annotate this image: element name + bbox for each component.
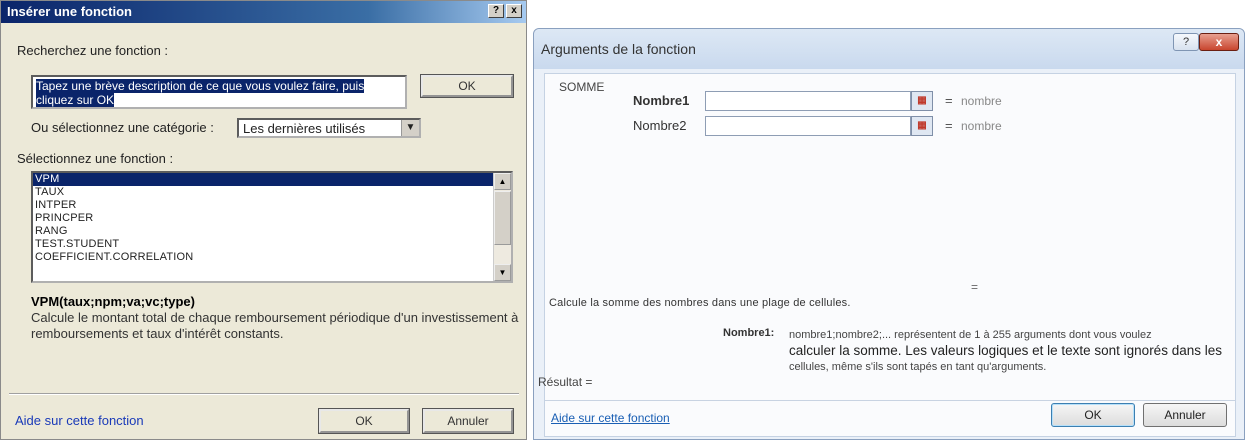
help-link[interactable]: Aide sur cette fonction [15, 413, 144, 428]
cancel-button[interactable]: Annuler [422, 408, 514, 434]
function-list-label: Sélectionnez une fonction : [17, 151, 174, 166]
nombre2-input[interactable] [705, 116, 911, 136]
scroll-thumb[interactable] [494, 191, 511, 245]
arg-value: nombre [961, 119, 1002, 133]
function-arguments-dialog: Arguments de la fonction ? x SOMME Nombr… [533, 28, 1245, 440]
result-label: Résultat = [538, 375, 593, 389]
list-item[interactable]: INTPER [33, 199, 511, 212]
search-input-text: Tapez une brève description de ce que vo… [36, 79, 365, 107]
help-link[interactable]: Aide sur cette fonction [551, 411, 670, 425]
ok-button[interactable]: OK [318, 408, 410, 434]
title-bar[interactable]: Insérer une fonction ? x [1, 1, 526, 23]
close-button[interactable]: x [1199, 33, 1239, 51]
divider [545, 400, 1235, 401]
range-select-icon[interactable]: ▦ [911, 116, 933, 136]
list-item[interactable]: TAUX [33, 186, 511, 199]
insert-function-dialog: Insérer une fonction ? x Recherchez une … [0, 0, 527, 440]
cancel-button[interactable]: Annuler [1143, 403, 1227, 427]
function-description: Calcule la somme des nombres dans une pl… [549, 297, 851, 309]
arg-equals: = [945, 93, 953, 108]
divider [9, 393, 519, 395]
argument-description: nombre1;nombre2;... représentent de 1 à … [789, 327, 1229, 375]
ok-button[interactable]: OK [1051, 403, 1135, 427]
dialog-body: SOMME Nombre1 ▦ = nombre Nombre2 ▦ = nom… [544, 73, 1236, 437]
argument-description-line3: cellules, même s'ils sont tapés en tant … [789, 361, 1047, 373]
function-description: Calcule le montant total de chaque rembo… [31, 310, 519, 341]
scroll-down-icon[interactable]: ▼ [494, 264, 511, 281]
help-button[interactable]: ? [488, 4, 504, 18]
list-item[interactable]: VPM [33, 173, 511, 186]
arg-label-nombre1: Nombre1 [633, 93, 690, 108]
search-ok-button[interactable]: OK [420, 74, 514, 98]
arg-label-nombre2: Nombre2 [633, 118, 687, 133]
chevron-down-icon[interactable]: ▼ [401, 120, 419, 136]
result-equals: = [971, 280, 979, 294]
argument-description-line1: nombre1;nombre2;... représentent de 1 à … [789, 329, 1152, 341]
dialog-title: Arguments de la fonction [541, 41, 696, 57]
arg-equals: = [945, 118, 953, 133]
dialog-title: Insérer une fonction [7, 4, 132, 19]
list-item[interactable]: COEFFICIENT.CORRELATION [33, 251, 511, 264]
category-select-value: Les dernières utilisés [243, 121, 366, 136]
function-name: SOMME [559, 80, 605, 94]
argument-name: Nombre1: [723, 327, 775, 339]
category-label: Ou sélectionnez une catégorie : [31, 120, 214, 135]
title-bar[interactable]: Arguments de la fonction ? x [534, 29, 1244, 69]
argument-description-line2: calculer la somme. Les valeurs logiques … [789, 343, 1222, 358]
arg-value: nombre [961, 94, 1002, 108]
scroll-up-icon[interactable]: ▲ [494, 173, 511, 190]
list-item[interactable]: TEST.STUDENT [33, 238, 511, 251]
list-item[interactable]: RANG [33, 225, 511, 238]
function-signature: VPM(taux;npm;va;vc;type) [31, 294, 195, 309]
search-label: Recherchez une fonction : [17, 43, 169, 58]
list-item[interactable]: PRINCPER [33, 212, 511, 225]
category-select[interactable]: Les dernières utilisés ▼ [237, 118, 421, 138]
close-button[interactable]: x [506, 4, 522, 18]
help-button[interactable]: ? [1173, 33, 1199, 51]
search-input[interactable]: Tapez une brève description de ce que vo… [31, 75, 407, 109]
range-select-icon[interactable]: ▦ [911, 91, 933, 111]
function-list[interactable]: VPM TAUX INTPER PRINCPER RANG TEST.STUDE… [31, 171, 513, 283]
nombre1-input[interactable] [705, 91, 911, 111]
vertical-scrollbar[interactable]: ▲ ▼ [493, 173, 511, 281]
